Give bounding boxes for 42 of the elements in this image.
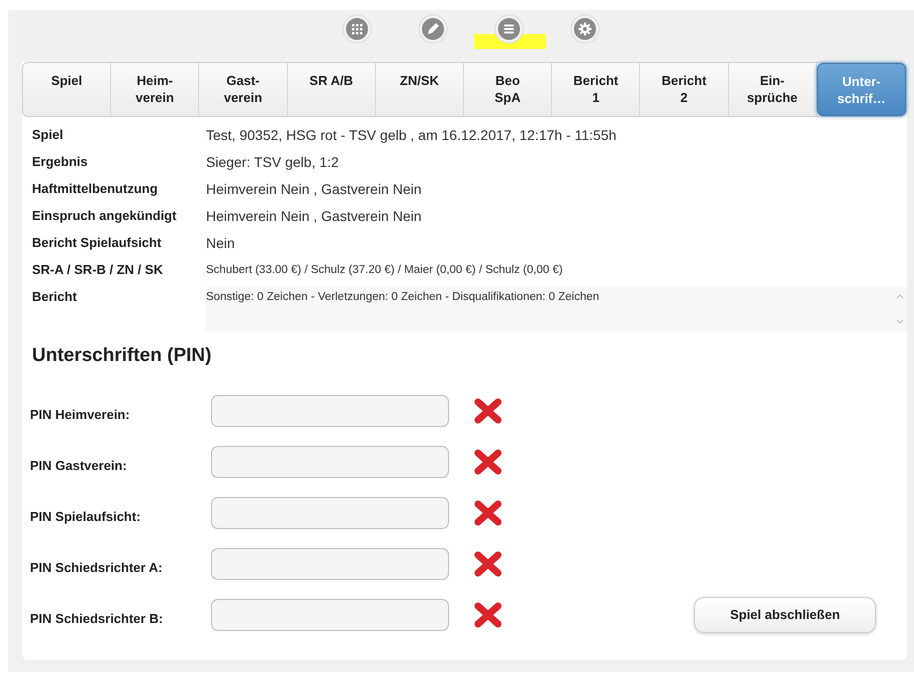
- pin-label: PIN Schiedsrichter B:: [30, 610, 164, 626]
- finish-game-button[interactable]: Spiel abschließen: [694, 596, 876, 632]
- toolbar-item[interactable]: [418, 14, 448, 44]
- field-value: Test, 90352, HSG rot - TSV gelb , am 16.12.2017, 12:17h - 11:55h: [206, 126, 616, 145]
- field-label: Spiel: [32, 126, 64, 144]
- field-value: Nein: [206, 234, 235, 253]
- field-value: Schubert (33.00 €) / Schulz (37.20 €) / Maier (0,00 €) / Schulz (0,00 €): [206, 263, 563, 278]
- tab[interactable]: Gast- verein: [199, 63, 288, 116]
- pin-label: PIN Heimverein:: [30, 406, 131, 422]
- field-label: SR-A / SR-B / ZN / SK: [32, 261, 164, 279]
- tab[interactable]: Beo SpA: [464, 63, 552, 116]
- toolbar-item[interactable]: [342, 14, 372, 44]
- tab[interactable]: Heim- verein: [111, 63, 200, 116]
- field-value: Heimverein Nein , Gastverein Nein: [206, 180, 422, 199]
- tab[interactable]: Ein- sprüche: [728, 63, 817, 116]
- field-label: Einspruch angekündigt: [32, 207, 178, 225]
- pin-field[interactable]: [211, 394, 449, 426]
- field-value: Sieger: TSV gelb, 1:2: [206, 153, 339, 172]
- pin-label: PIN Spielaufsicht:: [30, 508, 142, 524]
- pin-label: PIN Schiedsrichter A:: [30, 559, 164, 575]
- field-label: Haftmittelbenutzung: [32, 180, 159, 198]
- tab[interactable]: ZN/SK: [376, 63, 464, 116]
- menu-icon: [494, 14, 524, 44]
- section-heading: Unterschriften (PIN): [32, 345, 212, 368]
- field-label: Ergebnis: [32, 153, 89, 171]
- pencil-icon: [418, 14, 448, 44]
- toolbar-item[interactable]: [570, 14, 600, 44]
- tab[interactable]: SR A/B: [288, 63, 376, 116]
- pin-field[interactable]: [211, 446, 449, 478]
- tab[interactable]: Spiel: [23, 63, 112, 116]
- pin-label: PIN Gastverein:: [30, 457, 128, 473]
- settings-icon: [570, 14, 600, 44]
- field-value: Sonstige: 0 Zeichen - Verletzungen: 0 Zeichen - Disqualifikationen: 0 Zeichen: [206, 290, 600, 305]
- pin-field[interactable]: [211, 496, 449, 528]
- field-value: Heimverein Nein , Gastverein Nein: [206, 207, 422, 226]
- grid-icon: [342, 14, 372, 44]
- tab[interactable]: Bericht 1: [552, 63, 640, 116]
- pin-field[interactable]: [211, 598, 449, 630]
- tab[interactable]: Bericht 2: [640, 63, 729, 116]
- field-label: Bericht: [32, 288, 78, 306]
- field-label: Bericht Spielaufsicht: [32, 234, 162, 252]
- pin-field[interactable]: [211, 548, 449, 580]
